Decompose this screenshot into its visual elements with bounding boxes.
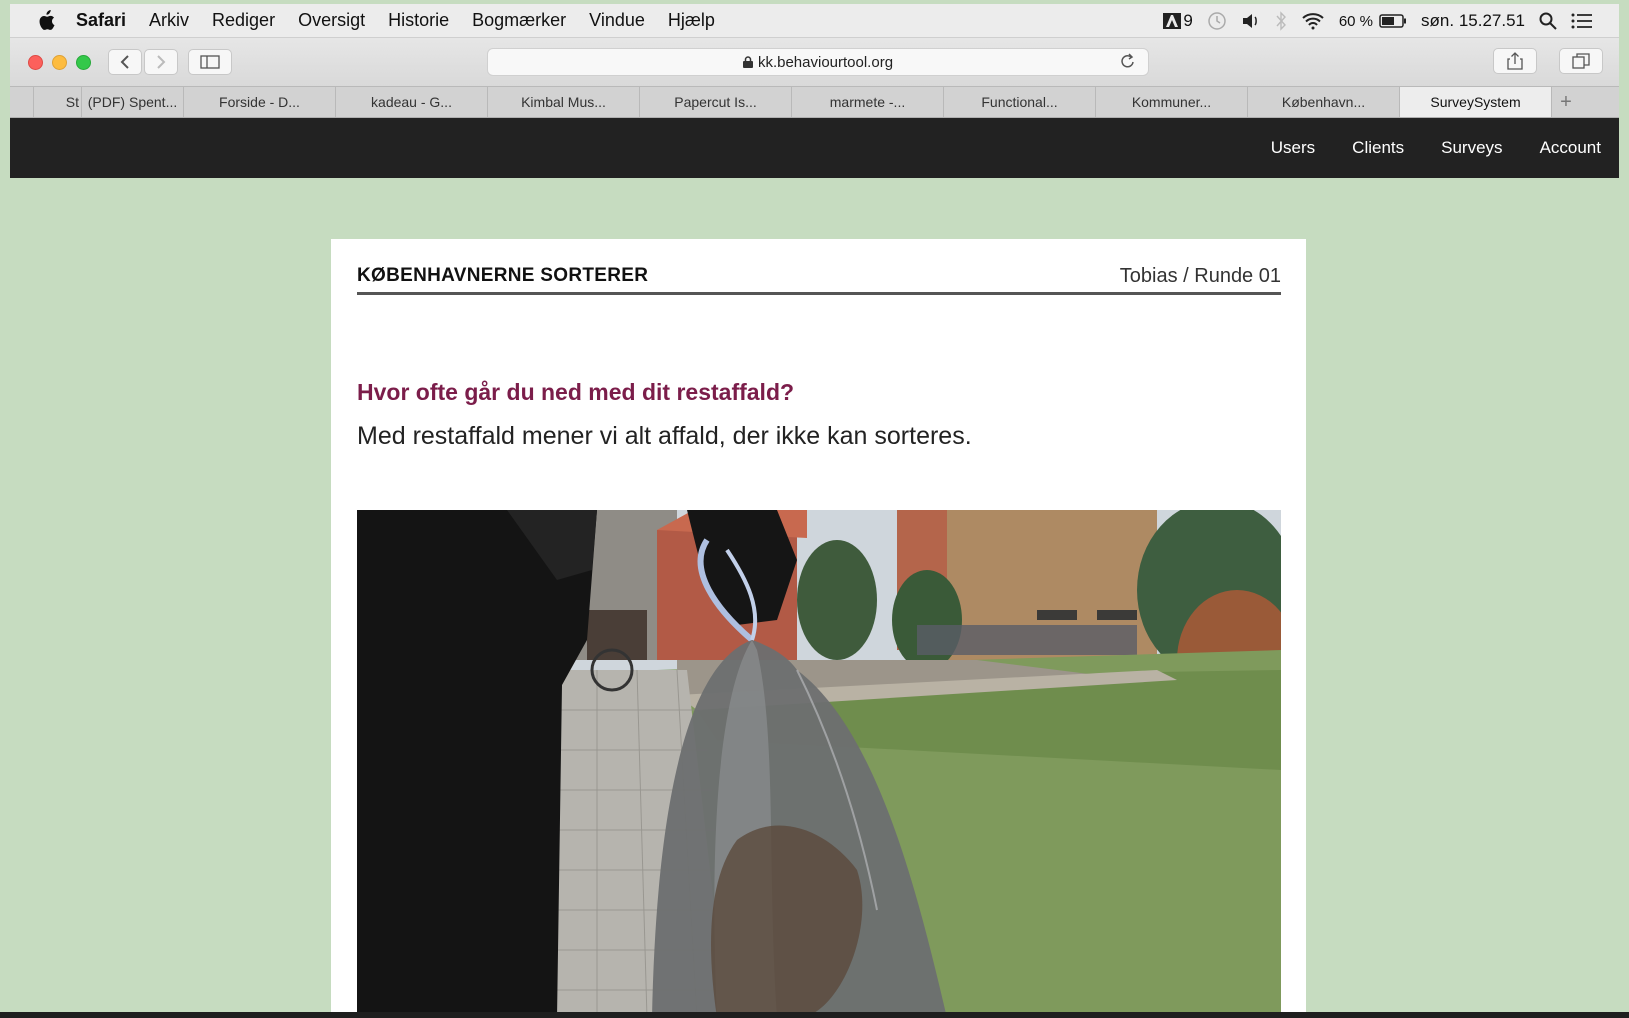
volume-icon[interactable] xyxy=(1241,12,1261,30)
tabs-overview-icon xyxy=(1572,53,1590,69)
menu-vindue[interactable]: Vindue xyxy=(589,10,645,31)
tab-label: kadeau - G... xyxy=(371,94,452,110)
survey-brand: KØBENHAVNERNE SORTERER xyxy=(357,265,649,286)
minimize-window-button[interactable] xyxy=(52,54,67,70)
menu-arkiv[interactable]: Arkiv xyxy=(149,10,189,31)
menu-oversigt[interactable]: Oversigt xyxy=(298,10,365,31)
plus-icon: + xyxy=(1560,90,1572,113)
notification-center-icon[interactable] xyxy=(1571,13,1593,29)
trash-bag-photo xyxy=(357,510,1281,1018)
history-navigation xyxy=(108,49,178,75)
tab-label: marmete -... xyxy=(829,94,906,110)
tab-label: (PDF) Spent... xyxy=(87,94,178,110)
menu-hjaelp[interactable]: Hjælp xyxy=(668,10,715,31)
tab-kommuner[interactable]: Kommuner... xyxy=(1096,87,1248,117)
menubar-status-area: 9 60 % søn. 15.27.51 xyxy=(1163,4,1593,38)
adobe-count: 9 xyxy=(1183,11,1193,30)
battery-icon[interactable] xyxy=(1379,14,1407,28)
reload-icon[interactable] xyxy=(1120,52,1136,74)
survey-question: Hvor ofte går du ned med dit restaffald? xyxy=(357,379,795,405)
tab-label: Papercut Is... xyxy=(674,94,757,110)
chevron-left-icon xyxy=(120,55,129,69)
nav-account-link[interactable]: Account xyxy=(1540,138,1601,158)
mac-menubar: Safari Arkiv Rediger Oversigt Historie B… xyxy=(10,4,1619,38)
forward-button[interactable] xyxy=(144,49,178,75)
tab-functional[interactable]: Functional... xyxy=(944,87,1096,117)
tab-label: Forside - D... xyxy=(219,94,300,110)
tab-label: Kimbal Mus... xyxy=(521,94,606,110)
site-navbar: Users Clients Surveys Account xyxy=(10,118,1619,178)
tab-pinned-blank[interactable] xyxy=(10,87,34,117)
tab-label: St xyxy=(65,94,79,110)
tab-label: Functional... xyxy=(981,94,1058,110)
address-url: kk.behaviourtool.org xyxy=(757,53,894,71)
chevron-right-icon xyxy=(157,55,166,69)
bluetooth-icon[interactable] xyxy=(1275,11,1287,31)
menu-bogmaerker[interactable]: Bogmærker xyxy=(472,10,566,31)
menu-app-name[interactable]: Safari xyxy=(76,10,126,31)
lock-icon xyxy=(742,56,753,68)
nav-surveys-link[interactable]: Surveys xyxy=(1441,138,1502,158)
time-machine-icon[interactable] xyxy=(1207,11,1227,31)
spotlight-search-icon[interactable] xyxy=(1539,12,1557,30)
tab-marmete[interactable]: marmete -... xyxy=(792,87,944,117)
share-icon xyxy=(1507,52,1523,70)
window-controls xyxy=(28,54,91,70)
tab-label: København... xyxy=(1281,94,1366,110)
zoom-window-button[interactable] xyxy=(76,54,91,70)
tab-kadeau[interactable]: kadeau - G... xyxy=(336,87,488,117)
tab-label: SurveySystem xyxy=(1430,94,1521,110)
tab-kimbal[interactable]: Kimbal Mus... xyxy=(488,87,640,117)
survey-card: KØBENHAVNERNE SORTERER Tobias / Runde 01… xyxy=(331,239,1306,1018)
safari-toolbar: kk.behaviourtool.org xyxy=(10,38,1619,86)
wifi-icon[interactable] xyxy=(1301,12,1325,30)
survey-photo xyxy=(357,510,1281,1018)
tab-label: Kommuner... xyxy=(1131,94,1212,110)
tab-bar: St (PDF) Spent... Forside - D... kadeau … xyxy=(10,86,1619,118)
menu-historie[interactable]: Historie xyxy=(388,10,449,31)
survey-question-description: Med restaffald mener vi alt affald, der … xyxy=(357,422,972,450)
share-button[interactable] xyxy=(1493,48,1537,74)
survey-header: KØBENHAVNERNE SORTERER Tobias / Runde 01 xyxy=(357,265,1281,295)
toolbar-right-actions xyxy=(1493,48,1603,74)
back-button[interactable] xyxy=(108,49,142,75)
show-all-tabs-button[interactable] xyxy=(1559,48,1603,74)
apple-icon[interactable] xyxy=(34,10,58,32)
tab-st[interactable]: St xyxy=(34,87,82,117)
screen-edge xyxy=(0,1012,1629,1018)
close-window-button[interactable] xyxy=(28,54,43,70)
nav-users-link[interactable]: Users xyxy=(1271,138,1315,158)
menu-rediger[interactable]: Rediger xyxy=(212,10,275,31)
survey-user-round: Tobias / Runde 01 xyxy=(1119,265,1281,287)
tab-forside[interactable]: Forside - D... xyxy=(184,87,336,117)
battery-percent: 60 % xyxy=(1338,12,1374,30)
window-frame xyxy=(0,0,10,1018)
tab-pdf-spent[interactable]: (PDF) Spent... xyxy=(82,87,184,117)
address-bar[interactable]: kk.behaviourtool.org xyxy=(487,48,1149,76)
tab-koebenhavn[interactable]: København... xyxy=(1248,87,1400,117)
sidebar-toggle-button[interactable] xyxy=(188,49,232,75)
new-tab-button[interactable]: + xyxy=(1552,87,1580,117)
tab-papercut[interactable]: Papercut Is... xyxy=(640,87,792,117)
adobe-icon[interactable] xyxy=(1163,13,1182,29)
nav-clients-link[interactable]: Clients xyxy=(1352,138,1404,158)
tab-surveysystem[interactable]: SurveySystem xyxy=(1400,87,1552,117)
menubar-clock[interactable]: søn. 15.27.51 xyxy=(1421,11,1525,31)
sidebar-icon xyxy=(200,55,220,69)
